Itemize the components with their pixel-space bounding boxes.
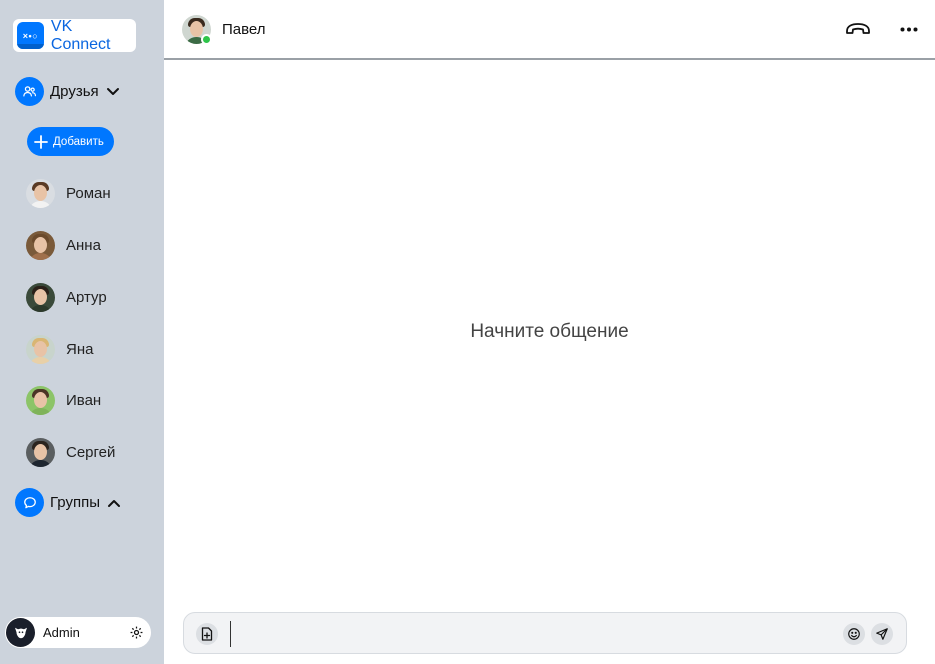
friends-section-label: Друзья xyxy=(50,83,99,100)
contact-avatar[interactable] xyxy=(182,15,212,45)
friend-name: Артур xyxy=(66,288,107,306)
friend-item[interactable]: Анна xyxy=(26,230,101,260)
more-options-button[interactable] xyxy=(898,18,920,40)
admin-avatar xyxy=(6,618,35,647)
friend-item[interactable]: Иван xyxy=(26,385,101,415)
admin-avatar-icon xyxy=(14,627,27,638)
friends-icon xyxy=(15,77,44,106)
vk-connect-logo-icon: ×•○ xyxy=(17,22,44,49)
chat-header: Павел xyxy=(164,0,935,60)
app-logo-text: VK Connect xyxy=(50,17,111,53)
friend-avatar xyxy=(26,334,55,364)
add-friend-button[interactable]: Добавить xyxy=(27,127,114,156)
friend-avatar xyxy=(26,230,55,260)
chevron-up-icon xyxy=(107,498,121,508)
send-icon xyxy=(876,628,888,640)
chevron-down-icon xyxy=(106,87,120,97)
attach-file-button[interactable] xyxy=(196,623,218,645)
message-composer xyxy=(183,612,907,654)
smile-icon xyxy=(848,628,860,640)
online-status-indicator xyxy=(201,34,212,45)
friend-item[interactable]: Роман xyxy=(26,178,111,208)
more-horizontal-icon xyxy=(900,27,918,31)
friend-name: Роман xyxy=(66,184,111,202)
add-friend-button-label: Добавить xyxy=(53,135,104,148)
friend-name: Анна xyxy=(66,236,101,254)
current-user-name: Admin xyxy=(43,625,80,640)
phone-hangup-icon xyxy=(846,23,870,34)
emoji-button[interactable] xyxy=(843,623,865,645)
friend-item[interactable]: Яна xyxy=(26,334,93,364)
chat-bubble-icon xyxy=(15,488,44,517)
friend-item[interactable]: Артур xyxy=(26,282,107,312)
sidebar: ×•○ VK Connect Друзья Добавить Роман Анна… xyxy=(0,0,164,664)
current-user[interactable]: Admin xyxy=(5,617,151,648)
file-add-icon xyxy=(201,627,213,641)
groups-section-label: Группы xyxy=(50,494,100,511)
friend-avatar xyxy=(26,437,55,467)
friend-name: Яна xyxy=(66,340,94,358)
settings-gear-icon[interactable] xyxy=(129,625,144,640)
friends-section-toggle[interactable]: Друзья xyxy=(15,77,120,106)
end-call-button[interactable] xyxy=(844,18,872,40)
friend-avatar xyxy=(26,282,55,312)
empty-chat-message: Начните общение xyxy=(470,321,629,342)
friend-avatar xyxy=(26,178,55,208)
friend-avatar xyxy=(26,385,55,415)
groups-section-toggle[interactable]: Группы xyxy=(15,488,121,517)
chat-panel: Павел Начните общение xyxy=(164,0,935,664)
friend-name: Сергей xyxy=(66,443,116,461)
plus-icon xyxy=(34,134,48,149)
contact-name: Павел xyxy=(222,21,266,38)
friend-name: Иван xyxy=(66,391,102,409)
message-input[interactable] xyxy=(230,621,830,647)
app-logo[interactable]: ×•○ VK Connect xyxy=(13,17,136,53)
send-button[interactable] xyxy=(871,623,893,645)
friend-item[interactable]: Сергей xyxy=(26,437,115,467)
